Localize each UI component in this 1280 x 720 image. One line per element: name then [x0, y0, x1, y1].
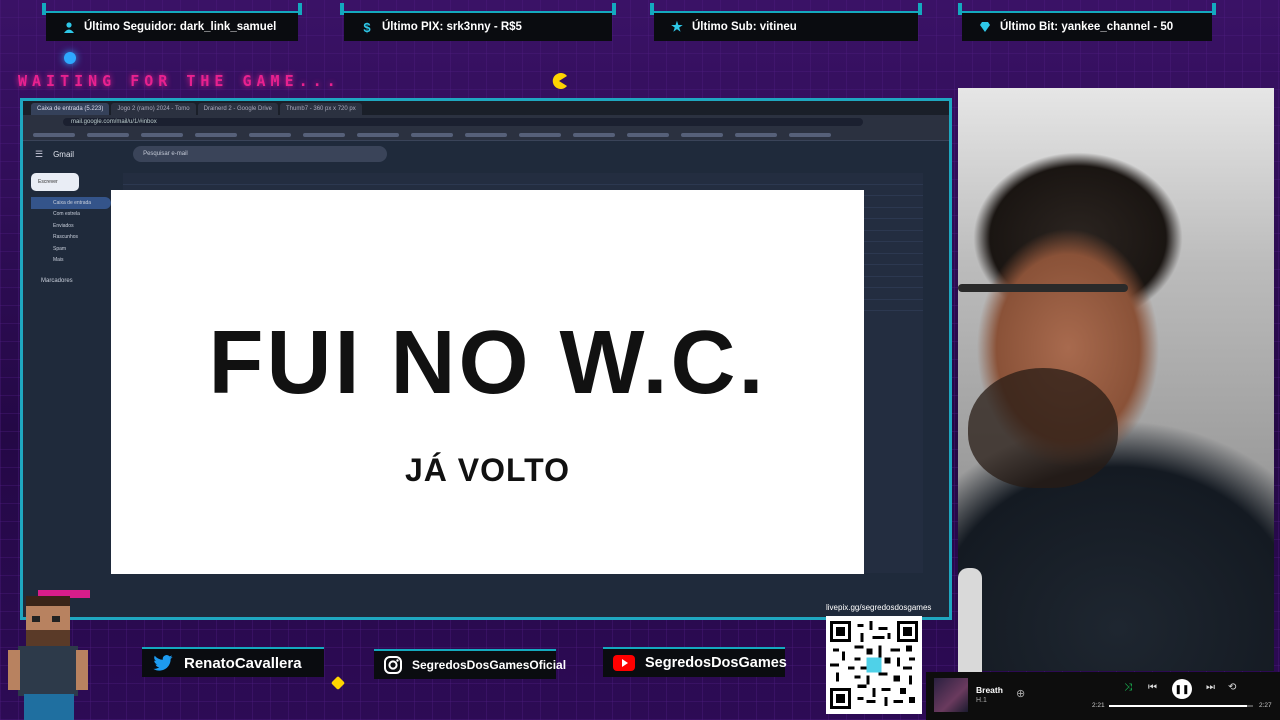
sidebar-item-more[interactable]: Mais [31, 255, 111, 267]
twitter-icon [152, 654, 174, 672]
webcam-beard [968, 368, 1118, 488]
progress-bar[interactable] [1109, 705, 1253, 707]
waiting-text: WAITING FOR THE GAME... [18, 72, 341, 90]
gmail-sidebar: Escrever Caixa de entrada Com estrela En… [31, 173, 111, 288]
brb-title: FUI NO W.C. [208, 313, 767, 413]
alert-bit-text: Último Bit: yankee_channel - 50 [1000, 21, 1174, 33]
dollar-icon: $ [363, 19, 371, 35]
shuffle-icon[interactable]: ⤨ [1124, 682, 1132, 693]
labels-header: Marcadores [41, 278, 73, 284]
webcam-glasses [958, 284, 1128, 292]
album-art [934, 678, 968, 712]
sidebar-item-inbox[interactable]: Caixa de entrada [31, 197, 111, 209]
youtube-icon [613, 654, 635, 672]
twitter-handle-text: RenatoCavallera [184, 654, 302, 672]
brb-subtitle: JÁ VOLTO [404, 452, 571, 488]
compose-button[interactable]: Escrever [31, 173, 79, 191]
youtube-handle: SegredosDosGames [603, 647, 787, 677]
alert-sub-text: Último Sub: vitineu [692, 21, 797, 33]
music-player: Breath H.1 ⊕ ⤨ ⏮ ❚❚ ⏭ ⟲ 2:21 2:27 [926, 672, 1280, 720]
instagram-handle: SegredosDosGamesOficial [374, 649, 566, 679]
elapsed-time: 2:21 [1092, 702, 1105, 709]
alert-pix-text: Último PIX: srk3nny - R$5 [382, 21, 522, 33]
alert-pix: $ Último PIX: srk3nny - R$5 [340, 3, 616, 41]
alert-bit: Último Bit: yankee_channel - 50 [958, 3, 1216, 41]
browser-tab[interactable]: Thumb7 - 360 px x 720 px [280, 103, 362, 115]
qr-code-icon [830, 621, 918, 709]
instagram-icon [384, 656, 402, 674]
gmail-header: ☰ Gmail Pesquisar e-mail [23, 141, 949, 167]
twitter-handle: RenatoCavallera [142, 647, 324, 677]
pixel-avatar-icon [8, 590, 90, 720]
qr-code[interactable] [826, 616, 922, 714]
repeat-icon[interactable]: ⟲ [1228, 682, 1236, 693]
browser-tab[interactable]: Drainerd 2 - Google Drive [197, 103, 279, 115]
duration-time: 2:27 [1259, 702, 1272, 709]
alert-sub: ★ Último Sub: vitineu [650, 3, 922, 41]
user-icon [62, 20, 76, 34]
sidebar-item-starred[interactable]: Com estrela [31, 209, 111, 221]
microphone-icon [958, 568, 982, 678]
menu-icon[interactable]: ☰ [35, 149, 43, 160]
youtube-handle-text: SegredosDosGames [645, 655, 787, 671]
qr-label: livepix.gg/segredosdosgames [826, 603, 932, 612]
webcam-feed [958, 88, 1274, 678]
next-icon[interactable]: ⏭ [1206, 682, 1215, 693]
pause-button[interactable]: ❚❚ [1172, 679, 1192, 699]
track-title: Breath [976, 685, 1003, 695]
previous-icon[interactable]: ⏮ [1148, 682, 1157, 693]
sidebar-item-spam[interactable]: Spam [31, 243, 111, 255]
brb-card: FUI NO W.C. JÁ VOLTO [111, 190, 864, 574]
browser-tab-strip: Caixa de entrada (5.223) Jogo 2 (ramo) 2… [23, 101, 949, 115]
alert-follower-text: Último Seguidor: dark_link_samuel [84, 21, 277, 33]
add-icon[interactable]: ⊕ [1016, 687, 1025, 700]
diamond-icon [978, 20, 992, 34]
orb-icon [64, 52, 76, 64]
star-icon: ★ [671, 19, 683, 34]
sidebar-item-drafts[interactable]: Rascunhos [31, 232, 111, 244]
alert-follower: Último Seguidor: dark_link_samuel [42, 3, 302, 41]
bookmarks-bar [23, 129, 949, 141]
pacman-icon [552, 73, 567, 89]
instagram-handle-text: SegredosDosGamesOficial [412, 658, 567, 672]
sidebar-item-sent[interactable]: Enviados [31, 220, 111, 232]
progress-fill [1109, 705, 1248, 707]
sparkle-icon [330, 675, 346, 691]
search-input[interactable]: Pesquisar e-mail [133, 146, 388, 162]
browser-tab[interactable]: Caixa de entrada (5.223) [31, 103, 110, 115]
browser-tab[interactable]: Jogo 2 (ramo) 2024 - Tomo [111, 103, 196, 115]
address-bar[interactable]: mail.google.com/mail/u/1/#inbox [23, 115, 949, 129]
track-artist: H.1 [976, 697, 987, 704]
gmail-logo: Gmail [53, 149, 74, 159]
url-text: mail.google.com/mail/u/1/#inbox [63, 118, 863, 126]
